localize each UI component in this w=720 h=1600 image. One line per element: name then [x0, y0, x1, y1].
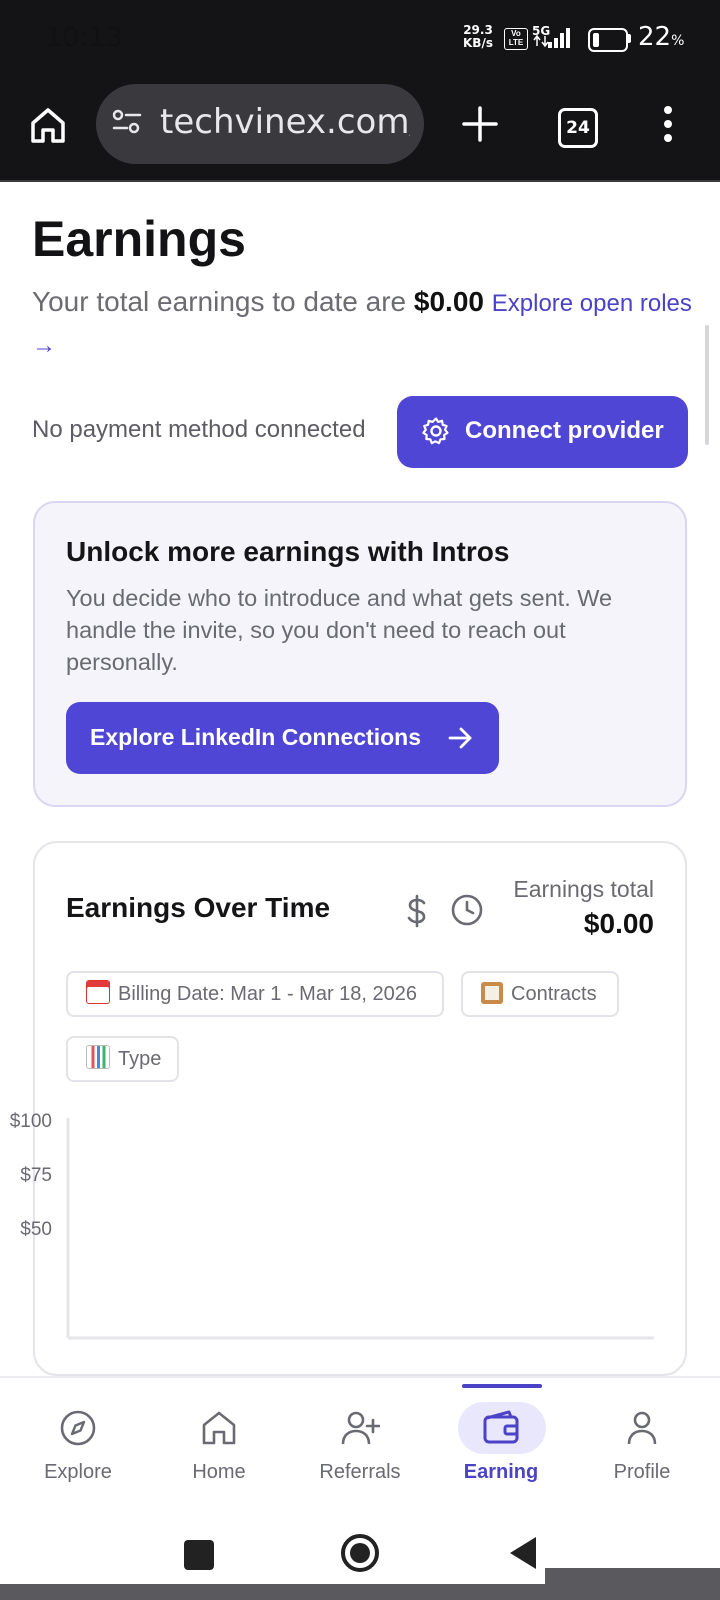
connect-provider-label: Connect provider — [465, 417, 664, 444]
circle-home-icon — [341, 1534, 379, 1572]
plus-icon — [462, 106, 498, 142]
explore-linkedin-button[interactable]: Explore LinkedIn Connections — [66, 702, 499, 774]
nav-label-home: Home — [192, 1461, 246, 1483]
earnings-total-label: Earnings total — [513, 876, 654, 902]
site-settings-icon[interactable] — [112, 108, 142, 141]
battery-tip — [628, 34, 631, 43]
arrow-right-icon — [446, 724, 474, 757]
url-text[interactable]: techvinex.com/e — [160, 102, 410, 142]
nav-label-referrals: Referrals — [319, 1461, 401, 1483]
bar-chart-icon — [86, 1045, 110, 1069]
contracts-label: Contracts — [511, 983, 597, 1005]
volte-icon: Vo LTE — [504, 28, 528, 50]
nav-label-explore: Explore — [44, 1461, 112, 1483]
billing-date-label: Billing Date: Mar 1 - Mar 18, 2026 — [118, 983, 418, 1005]
tab-switcher-button[interactable]: 24 — [558, 108, 598, 148]
network-speed-unit: KB/s — [463, 36, 493, 50]
page-scrollbar[interactable] — [705, 325, 709, 445]
y-tick-label: $100 — [10, 1111, 52, 1132]
new-tab-button[interactable] — [458, 102, 502, 146]
earnings-summary-text: Your total earnings to date are — [32, 286, 414, 317]
nav-item-home[interactable]: Home — [149, 1408, 289, 1484]
recent-apps-button[interactable] — [184, 1540, 214, 1570]
page-title: Earnings — [32, 211, 246, 267]
battery-percent: 22% — [638, 22, 685, 52]
status-time: 10:13 — [45, 22, 123, 53]
earnings-summary: Your total earnings to date are $0.00 Ex… — [32, 282, 692, 366]
earnings-total-amount: $0.00 — [413, 286, 484, 317]
y-tick-label: $75 — [20, 1165, 52, 1186]
add-user-icon — [341, 1411, 381, 1445]
gear-icon — [421, 416, 451, 451]
gesture-strip — [545, 1568, 720, 1584]
nav-label-earning: Earning — [463, 1461, 539, 1483]
dollar-icon[interactable] — [405, 894, 429, 933]
gesture-area — [0, 1584, 720, 1600]
contracts-filter[interactable]: Contracts — [461, 971, 619, 1017]
home-icon — [202, 1411, 236, 1445]
type-label: Type — [118, 1048, 162, 1070]
explore-linkedin-label: Explore LinkedIn Connections — [90, 724, 421, 750]
more-menu-button[interactable] — [660, 104, 676, 144]
system-home-button[interactable] — [340, 1533, 380, 1578]
nav-item-explore[interactable]: Explore — [8, 1408, 148, 1484]
browser-home-button[interactable] — [24, 101, 72, 149]
earnings-total-value: $0.00 — [583, 908, 654, 939]
nav-item-profile[interactable]: Profile — [572, 1408, 712, 1484]
connect-provider-button[interactable]: Connect provider — [397, 396, 688, 468]
home-icon — [31, 108, 65, 143]
more-vertical-icon — [664, 106, 672, 142]
volte-label-top: Vo — [511, 29, 521, 38]
back-triangle-icon — [510, 1537, 536, 1569]
payment-status-text: No payment method connected — [32, 416, 366, 443]
nav-label-profile: Profile — [613, 1461, 671, 1483]
person-icon — [627, 1411, 657, 1445]
clipboard-icon — [481, 982, 503, 1004]
intros-title: Unlock more earnings with Intros — [66, 536, 510, 567]
nav-item-earning[interactable]: Earning — [431, 1408, 571, 1484]
wallet-icon — [483, 1410, 519, 1444]
nav-item-referrals[interactable]: Referrals — [290, 1408, 430, 1484]
y-tick-label: $50 — [20, 1219, 52, 1240]
chart-title: Earnings Over Time — [66, 892, 331, 923]
earnings-line-chart: $100 $75 $50 — [10, 1111, 654, 1340]
compass-icon — [60, 1410, 96, 1446]
intros-description: You decide who to introduce and what get… — [66, 585, 613, 675]
network-speed: 29.3 KB/s — [463, 24, 493, 50]
type-filter[interactable]: Type — [66, 1036, 179, 1082]
billing-date-filter[interactable]: Billing Date: Mar 1 - Mar 18, 2026 — [66, 971, 444, 1017]
nav-active-indicator — [462, 1384, 542, 1388]
calendar-icon — [86, 980, 110, 1004]
system-back-button[interactable] — [506, 1533, 538, 1578]
battery-icon — [588, 28, 628, 52]
volte-label-bottom: LTE — [508, 38, 524, 47]
